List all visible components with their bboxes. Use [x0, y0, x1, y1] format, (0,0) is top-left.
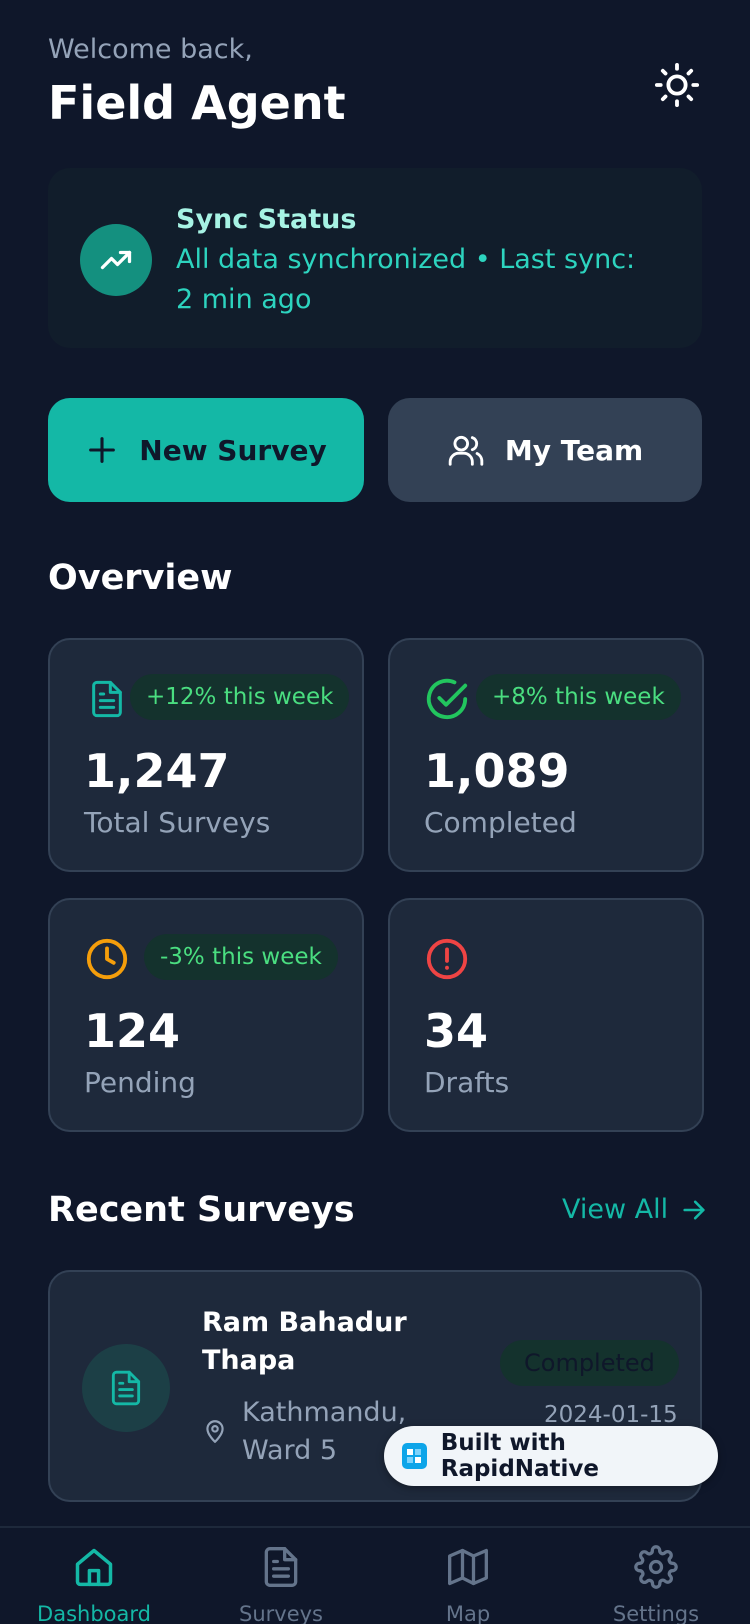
stat-value: 1,247	[84, 744, 230, 798]
dashboard-screen: Welcome back, Field Agent Sync Status Al…	[0, 0, 750, 1624]
stat-value: 34	[424, 1004, 489, 1058]
sync-icon-circle	[80, 224, 152, 296]
bottom-nav: Dashboard Surveys Map Settings	[0, 1526, 750, 1624]
stat-label: Completed	[424, 806, 577, 839]
nav-label: Surveys	[239, 1602, 323, 1624]
view-all-label: View All	[562, 1194, 669, 1225]
stat-card-drafts[interactable]: 34 Drafts	[388, 898, 704, 1132]
nav-item-map[interactable]: Map	[398, 1544, 538, 1624]
file-text-icon	[92, 680, 122, 718]
file-text-icon	[264, 1547, 298, 1587]
stat-label: Total Surveys	[84, 806, 271, 839]
survey-date: 2024-01-15	[544, 1402, 678, 1428]
built-with-badge[interactable]: Built with RapidNative	[384, 1426, 718, 1486]
nav-item-settings[interactable]: Settings	[586, 1544, 726, 1624]
new-survey-button[interactable]: New Survey	[48, 398, 364, 502]
view-all-link[interactable]: View All	[562, 1194, 708, 1225]
stat-badge: +12% this week	[130, 674, 350, 720]
stat-card-total-surveys[interactable]: +12% this week 1,247 Total Surveys	[48, 638, 364, 872]
plus-icon	[89, 437, 116, 463]
nav-item-dashboard[interactable]: Dashboard	[24, 1544, 164, 1624]
check-circle-icon	[426, 678, 468, 720]
new-survey-label: New Survey	[139, 433, 327, 467]
survey-avatar	[82, 1344, 170, 1432]
stat-card-completed[interactable]: +8% this week 1,089 Completed	[388, 638, 704, 872]
nav-item-surveys[interactable]: Surveys	[211, 1544, 351, 1624]
status-badge: Completed	[500, 1340, 679, 1386]
nav-label: Map	[445, 1602, 491, 1624]
welcome-text: Welcome back,	[48, 34, 253, 65]
user-name: Field Agent	[48, 76, 346, 130]
sync-message: All data synchronized • Last sync: 2 min…	[176, 244, 636, 315]
arrow-right-icon	[683, 1200, 705, 1219]
settings-icon	[634, 1545, 678, 1589]
theme-toggle-button[interactable]	[652, 60, 702, 110]
rapidnative-logo-icon	[402, 1443, 427, 1469]
my-team-button[interactable]: My Team	[388, 398, 702, 502]
alert-circle-icon	[426, 938, 468, 980]
stat-label: Pending	[84, 1066, 196, 1099]
recent-surveys-title: Recent Surveys	[48, 1190, 355, 1230]
nav-label: Settings	[612, 1602, 700, 1624]
map-pin-icon	[206, 1420, 224, 1443]
stat-value: 1,089	[424, 744, 570, 798]
map-icon	[448, 1548, 488, 1586]
trending-up-icon	[100, 250, 132, 270]
sun-icon	[654, 62, 700, 108]
my-team-label: My Team	[504, 433, 644, 467]
nav-label: Dashboard	[37, 1602, 151, 1624]
file-text-icon	[111, 1370, 141, 1406]
home-icon	[75, 1548, 113, 1587]
stat-card-pending[interactable]: -3% this week 124 Pending	[48, 898, 364, 1132]
stat-badge: +8% this week	[476, 674, 681, 720]
survey-respondent-name: Ram Bahadur Thapa	[202, 1307, 407, 1376]
users-icon	[448, 435, 484, 466]
overview-title: Overview	[48, 558, 233, 598]
built-with-label: Built with RapidNative	[440, 1430, 600, 1482]
sync-status-card: Sync Status All data synchronized • Last…	[48, 168, 702, 348]
stat-badge: -3% this week	[144, 934, 338, 980]
sync-title: Sync Status	[176, 204, 357, 235]
stat-value: 124	[84, 1004, 181, 1058]
clock-icon	[86, 938, 128, 980]
stat-label: Drafts	[424, 1066, 510, 1099]
